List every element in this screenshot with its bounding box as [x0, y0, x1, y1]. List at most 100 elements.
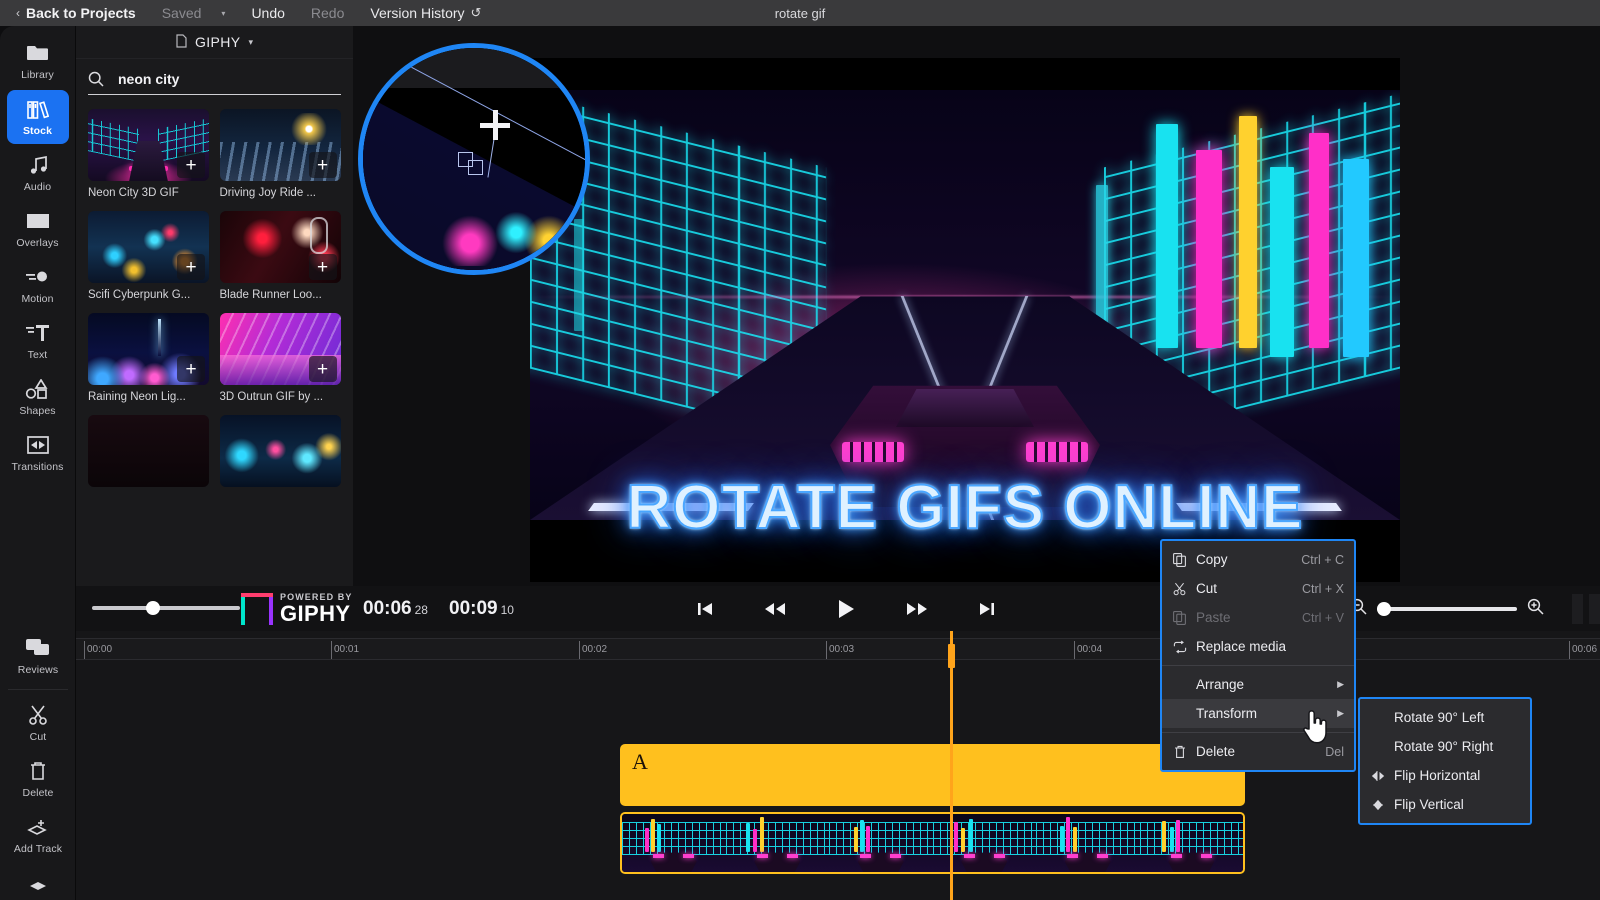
layers-icon [28, 874, 48, 896]
stock-thumbnail[interactable]: + [219, 211, 341, 283]
add-media-button[interactable]: + [177, 356, 205, 382]
undo-button[interactable]: Undo [251, 5, 284, 21]
redo-button[interactable]: Redo [311, 5, 344, 21]
context-menu-item-arrange[interactable]: Arrange ▶ [1162, 670, 1354, 699]
magnifier-rotate-crosshair-icon [480, 110, 510, 140]
version-history-button[interactable]: Version History [370, 5, 464, 21]
total-time-value: 00:09 [449, 598, 498, 619]
sidebar-item-add-track[interactable]: Add Track [7, 808, 69, 862]
sidebar-item-text[interactable]: Text [7, 314, 69, 368]
back-to-projects-button[interactable]: Back to Projects [26, 5, 136, 21]
stock-thumbnail[interactable]: + [88, 211, 209, 283]
history-clock-icon[interactable]: ↺ [471, 5, 482, 21]
stock-result-item[interactable]: + Driving Joy Ride ... [219, 109, 341, 199]
add-media-button[interactable]: + [308, 254, 337, 280]
skip-to-start-button[interactable] [696, 600, 714, 618]
stock-thumbnail[interactable]: + [88, 313, 209, 385]
chevron-down-icon[interactable]: ▾ [249, 37, 254, 48]
scene-building [1195, 150, 1222, 348]
fast-forward-button[interactable] [906, 600, 928, 618]
search-input[interactable]: neon city [118, 71, 179, 87]
submenu-item-flip-vertical[interactable]: Flip Vertical [1360, 790, 1530, 819]
clip-thumbnail-frame [932, 814, 1036, 872]
sidebar-item-overlays[interactable]: Overlays [7, 202, 69, 256]
add-media-button[interactable]: + [177, 152, 205, 178]
stock-results-grid: + Neon City 3D GIF + Driving Joy Ride ..… [88, 109, 341, 487]
search-icon [88, 71, 104, 87]
stock-provider-label: GIPHY [194, 34, 241, 50]
add-media-button[interactable]: + [177, 254, 205, 280]
stock-result-item[interactable]: + Scifi Cyberpunk G... [88, 211, 209, 301]
stock-result-item[interactable]: + 3D Outrun GIF by ... [219, 313, 341, 403]
stock-result-item[interactable]: + Neon City 3D GIF [88, 109, 209, 199]
clip-thumbnail-frame [829, 814, 933, 872]
video-frame [530, 90, 1400, 520]
sidebar-item-library[interactable]: Library [7, 34, 69, 88]
zoom-slider[interactable] [1377, 602, 1517, 616]
search-field[interactable]: neon city [88, 71, 341, 95]
stock-result-item[interactable]: + Raining Neon Lig... [88, 313, 209, 403]
folder-icon [26, 42, 49, 64]
sidebar-item-transitions[interactable]: Transitions [7, 426, 69, 480]
sidebar-item-label: Reviews [17, 663, 59, 676]
chevron-left-icon[interactable]: ‹ [16, 7, 20, 19]
stock-result-item[interactable]: + Blade Runner Loo... [219, 211, 341, 301]
preview-canvas[interactable]: ROTATE GIFS ONLINE [530, 58, 1400, 582]
sidebar-item-label: Add Track [13, 842, 63, 855]
panel-resize-grip[interactable] [1572, 594, 1600, 624]
stock-thumbnail[interactable] [219, 415, 341, 487]
replace-media-icon [1172, 640, 1187, 654]
zoom-in-icon[interactable] [1527, 598, 1544, 620]
sidebar-item-shapes[interactable]: Shapes [7, 370, 69, 424]
text-icon [25, 322, 50, 344]
sidebar-item-motion[interactable]: Motion [7, 258, 69, 312]
sidebar-item-delete[interactable]: Delete [7, 752, 69, 806]
stock-provider-selector[interactable]: GIPHY ▾ [76, 26, 353, 59]
sidebar-item-label: Audio [23, 180, 52, 193]
overlay-icon [26, 210, 50, 232]
timeline-playhead[interactable] [948, 631, 955, 900]
sidebar-item-layers[interactable] [7, 872, 69, 898]
sidebar-item-stock[interactable]: Stock [6, 90, 69, 144]
sidebar-item-label: Motion [21, 292, 54, 305]
submenu-item-rotate-right[interactable]: Rotate 90° Right [1360, 732, 1530, 761]
giphy-logo-icon [241, 593, 273, 625]
stock-thumbnail[interactable] [88, 415, 209, 487]
submenu-item-rotate-left[interactable]: Rotate 90° Left [1360, 703, 1530, 732]
add-media-button[interactable]: + [308, 356, 337, 382]
rewind-button[interactable] [764, 600, 786, 618]
total-frame-value: 10 [500, 603, 514, 617]
magnifier-toolbar-slice [363, 48, 585, 88]
timeline-text-clip[interactable]: A [620, 744, 1245, 806]
stock-thumbnail[interactable]: + [219, 109, 341, 181]
stock-thumbnail[interactable]: + [88, 109, 209, 181]
sidebar-item-label: Overlays [16, 236, 59, 249]
sidebar-item-audio[interactable]: Audio [7, 146, 69, 200]
stock-result-title: 3D Outrun GIF by ... [219, 391, 324, 403]
left-nav-rail: Library Stock Audio Overlays Motion Text… [0, 26, 76, 900]
timeline-ruler[interactable]: 00:00 00:01 00:02 00:03 00:04 00:05 00:0… [76, 638, 1600, 660]
context-menu-item-cut[interactable]: Cut Ctrl + X [1162, 574, 1354, 603]
submenu-item-flip-horizontal[interactable]: Flip Horizontal [1360, 761, 1530, 790]
play-button[interactable] [836, 598, 856, 620]
stock-thumbnail[interactable]: + [219, 313, 341, 385]
stock-result-item[interactable] [219, 415, 341, 487]
overlay-text[interactable]: ROTATE GIFS ONLINE [530, 472, 1400, 543]
context-menu-item-copy[interactable]: Copy Ctrl + C [1162, 545, 1354, 574]
sidebar-item-cut[interactable]: Cut [7, 696, 69, 750]
skip-to-end-button[interactable] [978, 600, 996, 618]
stock-result-item[interactable] [88, 415, 209, 487]
sidebar-item-reviews[interactable]: Reviews [7, 629, 69, 683]
context-menu-item-replace-media[interactable]: Replace media [1162, 632, 1354, 661]
zoom-slider-knob[interactable] [1377, 602, 1391, 616]
add-media-button[interactable]: + [308, 152, 337, 178]
volume-track[interactable] [92, 606, 240, 610]
volume-knob[interactable] [146, 601, 160, 615]
submenu-item-label: Flip Vertical [1394, 797, 1464, 812]
document-icon [176, 33, 187, 51]
volume-slider[interactable] [92, 600, 240, 616]
copy-icon [1172, 552, 1187, 567]
timeline-video-clip[interactable] [620, 812, 1245, 874]
chevron-down-icon[interactable]: ▾ [221, 9, 225, 18]
scene-car-window [895, 388, 1035, 428]
